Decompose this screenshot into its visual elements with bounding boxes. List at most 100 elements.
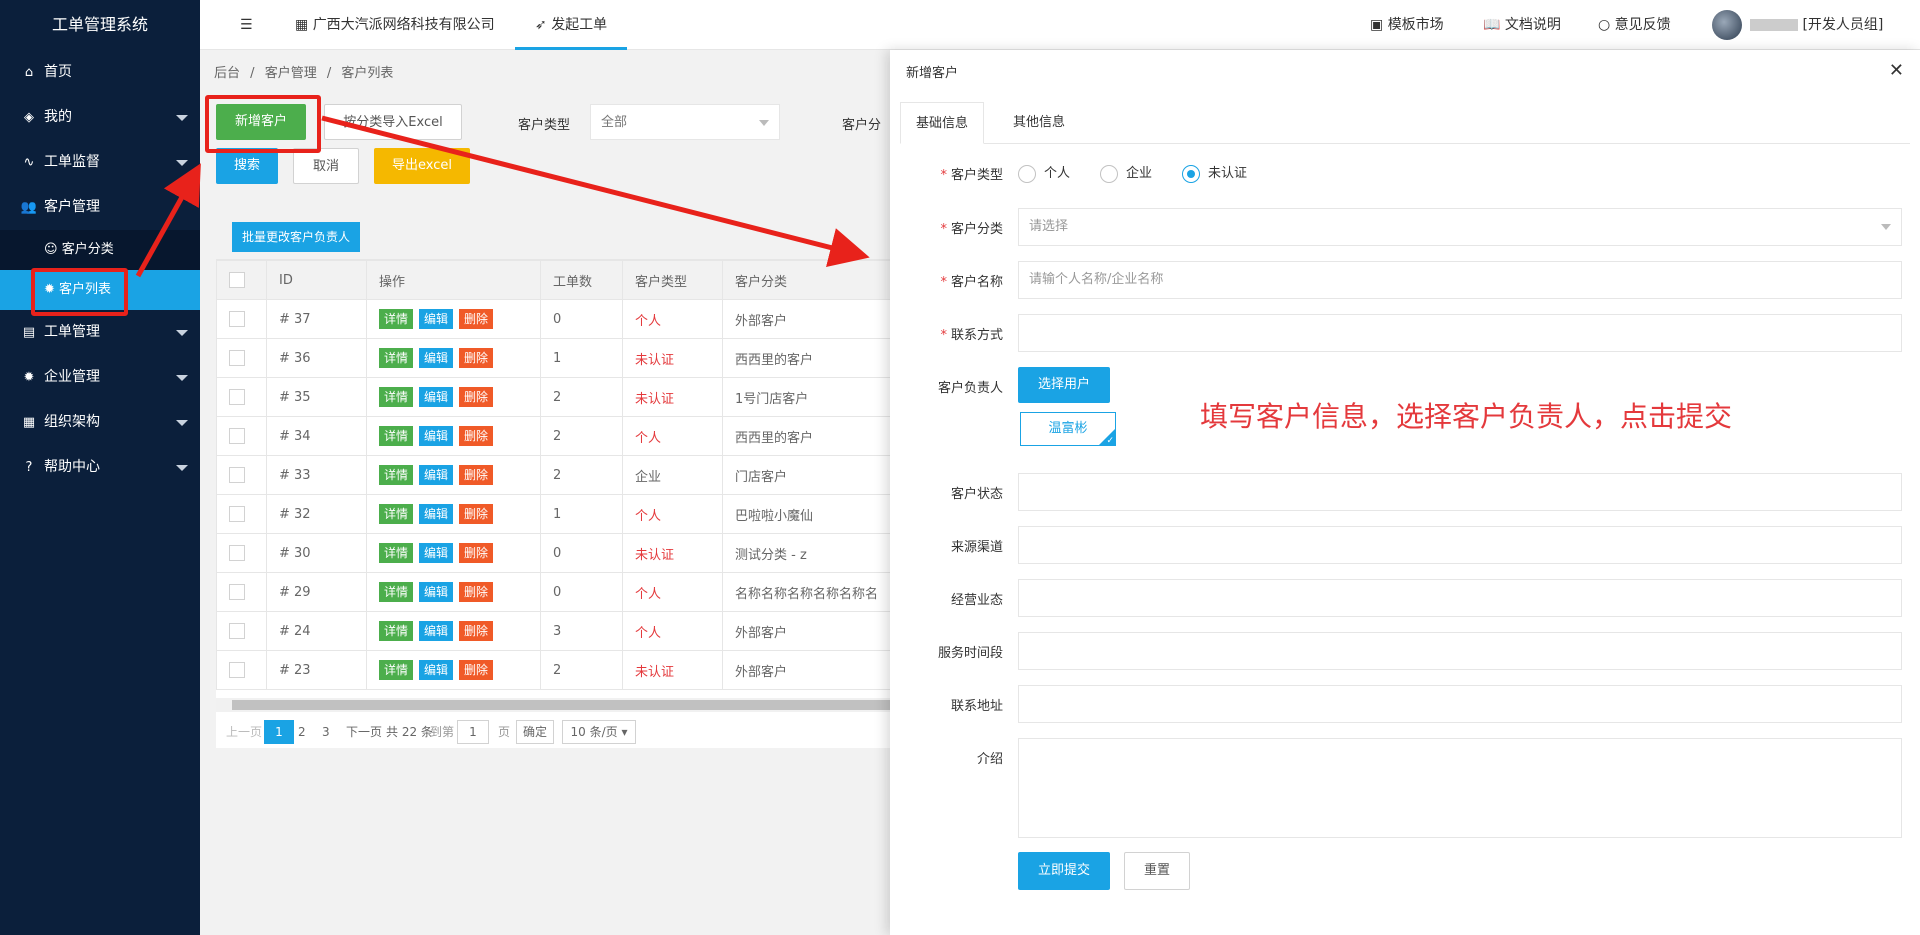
edit-button[interactable]: 编辑 — [419, 348, 454, 368]
sidebar-item-enterprise[interactable]: ✹ 企业管理 — [0, 355, 200, 400]
prev-page[interactable]: 上一页 — [226, 718, 262, 746]
customer-category-select[interactable]: 请选择 — [1018, 208, 1902, 246]
reset-button[interactable]: 重置 — [1124, 852, 1190, 890]
sidebar-sub-customer-category[interactable]: ☺ 客户分类 — [0, 230, 200, 270]
total-count: 共 22 条 — [386, 725, 433, 739]
delete-button[interactable]: 删除 — [459, 582, 494, 602]
edit-button[interactable]: 编辑 — [419, 309, 454, 329]
delete-button[interactable]: 删除 — [459, 660, 494, 680]
menu-toggle-icon[interactable]: ☰ — [240, 0, 253, 50]
edit-button[interactable]: 编辑 — [419, 543, 454, 563]
per-page-select[interactable]: 10 条/页 ▾ — [562, 720, 636, 744]
delete-button[interactable]: 删除 — [459, 621, 494, 641]
delete-button[interactable]: 删除 — [459, 426, 494, 446]
page-3[interactable]: 3 — [322, 718, 330, 746]
feedback-link[interactable]: ○ 意见反馈 — [1598, 0, 1671, 50]
delete-button[interactable]: 删除 — [459, 309, 494, 329]
row-orders: 2 — [540, 377, 623, 417]
row-checkbox[interactable] — [229, 623, 245, 639]
sidebar-sub-customer-list[interactable]: ✹ 客户列表 — [0, 270, 200, 310]
tab-basic-info[interactable]: 基础信息 — [900, 102, 985, 144]
customer-type-select[interactable]: 全部 — [590, 104, 780, 140]
edit-button[interactable]: 编辑 — [419, 582, 454, 602]
company-tab[interactable]: ▦ 广西大汽派网络科技有限公司 — [295, 0, 495, 50]
launch-order-tab[interactable]: ➶ 发起工单 — [515, 0, 628, 50]
goto-page-input[interactable]: 1 — [457, 720, 489, 744]
search-button[interactable]: 搜索 — [216, 148, 278, 184]
page-1[interactable]: 1 — [264, 720, 294, 744]
page-2[interactable]: 2 — [298, 718, 306, 746]
edit-button[interactable]: 编辑 — [419, 387, 454, 407]
detail-button[interactable]: 详情 — [379, 387, 414, 407]
delete-button[interactable]: 删除 — [459, 543, 494, 563]
sidebar-item-help[interactable]: ? 帮助中心 — [0, 445, 200, 490]
radio-personal[interactable]: 个人 — [1018, 162, 1070, 183]
source-input[interactable] — [1018, 526, 1902, 564]
detail-button[interactable]: 详情 — [379, 465, 414, 485]
row-checkbox[interactable] — [229, 350, 245, 366]
radio-unverified[interactable]: 未认证 — [1182, 162, 1247, 183]
select-user-button[interactable]: 选择用户 — [1018, 367, 1110, 403]
scrollbar-thumb[interactable] — [232, 700, 890, 710]
export-excel-button[interactable]: 导出excel — [374, 148, 470, 184]
radio-enterprise[interactable]: 企业 — [1100, 162, 1152, 183]
sidebar-item-home[interactable]: ⌂ 首页 — [0, 50, 200, 95]
address-input[interactable] — [1018, 685, 1902, 723]
sidebar-item-customer[interactable]: 👥 客户管理 — [0, 185, 200, 230]
detail-button[interactable]: 详情 — [379, 582, 414, 602]
status-input[interactable] — [1018, 473, 1902, 511]
breadcrumb-home[interactable]: 后台 — [214, 66, 240, 81]
detail-button[interactable]: 详情 — [379, 504, 414, 524]
sidebar-item-orders[interactable]: ▤ 工单管理 — [0, 310, 200, 355]
row-checkbox[interactable] — [229, 311, 245, 327]
detail-button[interactable]: 详情 — [379, 309, 414, 329]
sidebar-item-org[interactable]: ▦ 组织架构 — [0, 400, 200, 445]
detail-button[interactable]: 详情 — [379, 660, 414, 680]
detail-button[interactable]: 详情 — [379, 426, 414, 446]
breadcrumb-customer[interactable]: 客户管理 — [265, 66, 317, 81]
close-icon[interactable]: ✕ — [1889, 60, 1904, 81]
detail-button[interactable]: 详情 — [379, 543, 414, 563]
select-all-checkbox[interactable] — [229, 272, 245, 288]
edit-button[interactable]: 编辑 — [419, 660, 454, 680]
import-excel-button[interactable]: 按分类导入Excel — [324, 104, 462, 140]
service-time-input[interactable] — [1018, 632, 1902, 670]
user-menu[interactable]: [开发人员组] — [1750, 0, 1883, 50]
sidebar-item-supervise[interactable]: ∿ 工单监督 — [0, 140, 200, 185]
template-market-link[interactable]: ▣ 模板市场 — [1370, 0, 1444, 50]
docs-link[interactable]: 📖 文档说明 — [1483, 0, 1561, 50]
edit-button[interactable]: 编辑 — [419, 426, 454, 446]
submit-button[interactable]: 立即提交 — [1018, 852, 1110, 890]
row-checkbox[interactable] — [229, 545, 245, 561]
intro-textarea[interactable] — [1018, 738, 1902, 838]
customer-name-input[interactable]: 请输个人名称/企业名称 — [1018, 261, 1902, 299]
goto-confirm-button[interactable]: 确定 — [516, 720, 554, 744]
row-checkbox[interactable] — [229, 584, 245, 600]
edit-button[interactable]: 编辑 — [419, 504, 454, 524]
delete-button[interactable]: 删除 — [459, 348, 494, 368]
row-category: 外部客户 — [722, 650, 891, 690]
contact-input[interactable] — [1018, 314, 1902, 352]
detail-button[interactable]: 详情 — [379, 348, 414, 368]
row-checkbox[interactable] — [229, 428, 245, 444]
sidebar-item-mine[interactable]: ◈ 我的 — [0, 95, 200, 140]
delete-button[interactable]: 删除 — [459, 504, 494, 524]
next-page[interactable]: 下一页 — [346, 718, 382, 746]
delete-button[interactable]: 删除 — [459, 465, 494, 485]
horizontal-scrollbar[interactable] — [216, 698, 890, 712]
avatar[interactable] — [1712, 10, 1742, 40]
tab-other-info[interactable]: 其他信息 — [998, 102, 1080, 144]
row-checkbox[interactable] — [229, 506, 245, 522]
selected-user-tag[interactable]: 温富彬 ✓ — [1020, 412, 1116, 446]
detail-button[interactable]: 详情 — [379, 621, 414, 641]
cancel-button[interactable]: 取消 — [293, 148, 359, 184]
row-checkbox[interactable] — [229, 389, 245, 405]
edit-button[interactable]: 编辑 — [419, 465, 454, 485]
row-checkbox[interactable] — [229, 662, 245, 678]
row-checkbox[interactable] — [229, 467, 245, 483]
edit-button[interactable]: 编辑 — [419, 621, 454, 641]
batch-change-owner-button[interactable]: 批量更改客户负责人 — [232, 222, 361, 252]
delete-button[interactable]: 删除 — [459, 387, 494, 407]
business-input[interactable] — [1018, 579, 1902, 617]
add-customer-button[interactable]: 新增客户 — [216, 104, 306, 140]
